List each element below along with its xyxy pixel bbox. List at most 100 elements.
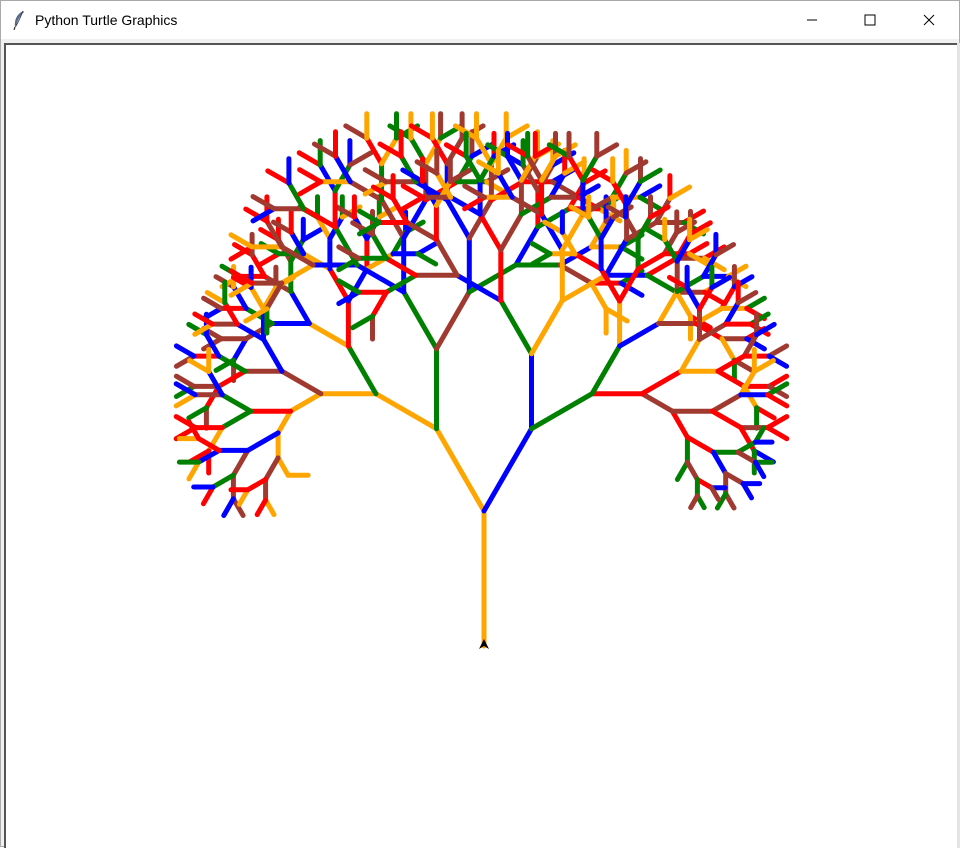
tree-branch xyxy=(686,241,710,257)
tree-branch xyxy=(245,477,269,493)
tree-branch xyxy=(261,336,285,374)
tree-branch xyxy=(286,180,307,212)
tree-branch xyxy=(586,214,604,242)
tree-branch xyxy=(221,496,236,518)
tree-branch xyxy=(288,289,312,326)
tree-branch xyxy=(373,391,439,432)
tree-branch xyxy=(735,290,759,306)
tree-branch xyxy=(370,231,389,261)
tree-branch xyxy=(667,184,693,201)
tree-branch xyxy=(434,426,487,514)
tree-branch xyxy=(187,358,212,374)
tree-branch xyxy=(345,343,379,397)
tree-branch xyxy=(275,455,291,478)
tree-branch xyxy=(343,123,370,141)
turtle-canvas[interactable] xyxy=(4,43,957,848)
tree-branch xyxy=(383,255,419,278)
tree-branch xyxy=(350,313,375,331)
tree-branch xyxy=(258,251,282,267)
tree-branch xyxy=(715,368,747,389)
tree-branch xyxy=(751,358,776,374)
tree-branch xyxy=(370,289,389,319)
window-title: Python Turtle Graphics xyxy=(35,12,178,28)
tree-branch xyxy=(638,167,663,184)
tree-branch xyxy=(498,298,534,357)
tree-branch xyxy=(765,425,790,442)
tree-branch xyxy=(719,284,737,311)
tree-branch xyxy=(288,391,324,414)
tree-branch xyxy=(186,459,202,482)
tree-branch xyxy=(498,211,524,253)
tree-branch xyxy=(297,167,324,185)
tree-branch xyxy=(529,298,565,357)
app-window: Python Turtle Graphics xyxy=(0,0,960,848)
tree-branch xyxy=(186,405,209,421)
tree-branch xyxy=(723,471,746,487)
tree-branch xyxy=(644,227,668,243)
tree-branch xyxy=(688,493,700,511)
tree-branch xyxy=(254,497,269,518)
maximize-button[interactable] xyxy=(841,1,899,39)
tree-branch xyxy=(173,343,197,359)
tree-branch xyxy=(275,408,294,436)
tree-branch xyxy=(639,368,684,397)
tree-branch xyxy=(709,392,744,414)
tree-branch xyxy=(529,241,553,257)
tree-branch xyxy=(265,168,292,186)
tree-branch xyxy=(669,408,690,440)
tree-branch xyxy=(347,150,374,168)
tree-branch xyxy=(245,430,281,453)
tree-branch xyxy=(306,321,351,349)
close-icon xyxy=(923,14,935,26)
tree-branch xyxy=(603,306,630,324)
tree-branch xyxy=(231,336,249,363)
tree-branch xyxy=(279,368,324,397)
tree-branch xyxy=(200,484,216,507)
tree-branch xyxy=(709,274,733,290)
tree-branch xyxy=(230,447,251,478)
tree-branch xyxy=(279,262,316,286)
tree-branch xyxy=(400,183,426,200)
tree-branch xyxy=(678,336,702,374)
tree-branch xyxy=(588,280,609,312)
tree-branch xyxy=(529,391,595,432)
tree-branch xyxy=(674,289,693,319)
tree-branch xyxy=(248,285,266,312)
minimize-button[interactable] xyxy=(783,1,841,39)
tree-branch xyxy=(250,194,277,212)
tree-branch xyxy=(684,434,716,455)
tree-branch xyxy=(434,289,472,352)
tree-branch xyxy=(210,472,236,490)
tree-branch xyxy=(379,197,407,241)
tree-branch xyxy=(719,336,737,363)
tree-branch xyxy=(684,459,700,482)
tree-branch xyxy=(639,391,675,414)
title-bar[interactable]: Python Turtle Graphics xyxy=(1,1,959,39)
feather-icon xyxy=(13,10,24,30)
maximize-icon xyxy=(864,14,876,26)
tree-branch xyxy=(357,208,382,225)
tree-branch xyxy=(589,343,623,397)
tree-branch xyxy=(401,289,439,352)
tree-branch xyxy=(572,251,604,272)
tree-branch xyxy=(529,251,553,267)
tree-branch xyxy=(296,150,323,168)
tree-branch xyxy=(656,289,680,326)
tree-branch xyxy=(297,179,324,197)
tree-branch xyxy=(710,449,729,476)
tree-branch xyxy=(408,123,435,141)
tree-branch xyxy=(481,426,534,514)
tree-branch xyxy=(725,263,749,279)
tree-branch xyxy=(559,211,586,253)
tree-branch xyxy=(477,211,504,253)
close-button[interactable] xyxy=(900,1,958,39)
fractal-tree-drawing xyxy=(173,111,790,649)
tree-branch xyxy=(594,142,620,159)
tree-branch xyxy=(415,251,439,267)
tree-branch xyxy=(263,455,281,482)
tree-branch xyxy=(317,162,338,194)
minimize-icon xyxy=(807,19,817,21)
tree-branch xyxy=(754,405,777,421)
tree-branch xyxy=(311,141,338,159)
tree-branch xyxy=(624,179,643,208)
